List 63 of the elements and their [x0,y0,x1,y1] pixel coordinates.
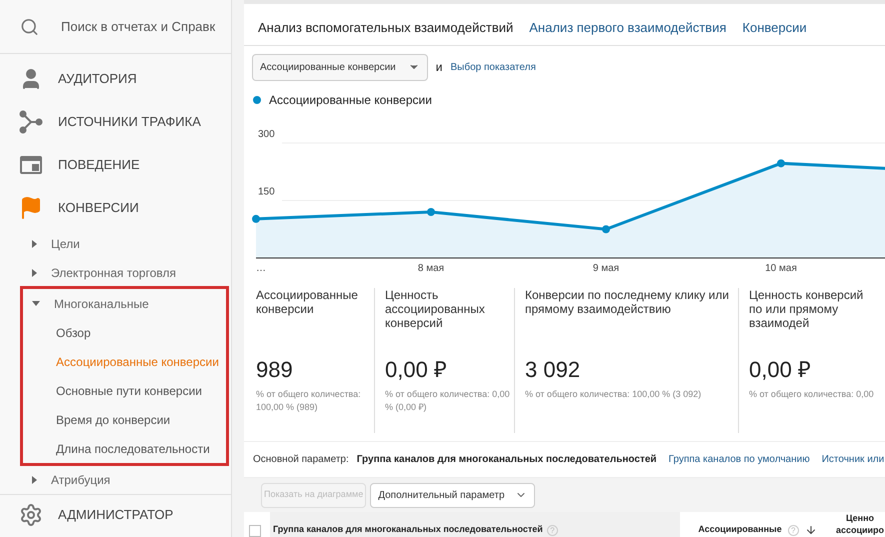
nav-subitem[interactable]: Цели [0,229,231,258]
dimension-option[interactable]: Группа каналов для многоканальных последовательностей [356,452,657,468]
nav-subitem[interactable]: Электронная торговля [0,258,231,288]
metric-note: % от общего количества: 0,00 [749,388,875,402]
nav-subitem[interactable]: Атрибуция [0,465,231,494]
nav-link[interactable]: Время до конверсии [23,405,226,434]
metric-value: 0,00 ₽ [749,356,812,384]
help-icon: ? [546,525,558,536]
expanded-triangle-icon [32,301,40,306]
tab[interactable]: Анализ вспомогательных взаимодействий [258,18,514,38]
x-tick-label: 9 мая [592,262,620,272]
metric-value: 3 092 [525,356,582,384]
nav-item[interactable]: КОНВЕРСИИ [0,186,231,230]
collapsed-triangle-icon [32,476,37,484]
metric-link[interactable]: Выбор показателя [450,60,536,75]
tab[interactable]: Анализ первого взаимодействия [529,18,726,38]
y-tick-label: 150 [258,186,275,198]
y-tick-label: 300 [258,128,275,140]
tab[interactable]: Конверсии [742,18,807,38]
nav-item[interactable]: АУДИТОРИЯ [0,57,231,100]
metric-label: Ценность ассоциированных конверсий [385,288,486,332]
data-point [602,225,610,234]
legend-label: Ассоциированные конверсии [269,92,432,109]
nav-item[interactable]: АДМИНИСТРАТОР [58,505,174,525]
data-point [777,159,785,168]
metric-value: 989 [256,356,294,384]
help-icon: ? [788,525,799,536]
select-all-checkbox[interactable] [249,525,261,537]
metric-note: % от общего количества: 0,00 % (0,00 ₽) [385,388,511,414]
nav-link[interactable]: Длина последовательности [23,434,226,464]
flag-icon [19,196,43,220]
metric-label: Ассоциированные конверсии [256,288,359,318]
nav-link[interactable]: Обзор [23,318,226,348]
collapsed-triangle-icon [32,268,37,277]
collapsed-triangle-icon [32,240,37,248]
dimension-option[interactable]: Источник или [822,452,884,468]
metric-label: Ценность конверсий по или прямому взаимодей [749,288,864,332]
nav-subitem[interactable]: Многоканальные [23,289,226,318]
data-point [427,208,435,216]
dimension-label: Основной параметр: [253,453,349,468]
data-point [252,214,260,223]
nav-item[interactable]: ПОВЕДЕНИЕ [0,143,231,186]
secondary-dimension-dropdown[interactable]: Дополнительный параметр [370,482,535,508]
metric-value: 0,00 ₽ [385,356,448,384]
metric-label: Конверсии по последнему клику или прямому взаимодействию [525,288,730,318]
metric-note: % от общего количества: 100,00 % (3 092) [525,388,702,402]
search-icon [20,16,39,37]
x-tick-label: 8 мая [418,262,444,272]
nav-item[interactable]: ИСТОЧНИКИ ТРАФИКА [0,100,231,144]
column-header[interactable]: Ценно ассоцииро [825,512,885,537]
branch-icon [19,110,43,134]
x-tick-label: … [256,262,266,272]
sort-arrow-icon [804,524,817,536]
x-tick-label: 10 мая [765,262,797,272]
settings-icon [19,503,43,528]
search-field[interactable]: Поиск в отчетах и Справк [61,16,231,36]
column-header[interactable]: Ассоциированные ? [680,512,825,537]
column-header[interactable]: Группа каналов для многоканальных последовательностей ? [270,512,680,537]
dimension-option[interactable]: Группа каналов по умолчанию [668,452,810,468]
metric-note: % от общего количества: 100,00 % (989) [256,388,362,414]
metric-dropdown[interactable]: Ассоциированные конверсии [252,54,428,81]
connector-text: и [436,59,442,76]
nav-link[interactable]: Основные пути конверсии [23,376,226,406]
